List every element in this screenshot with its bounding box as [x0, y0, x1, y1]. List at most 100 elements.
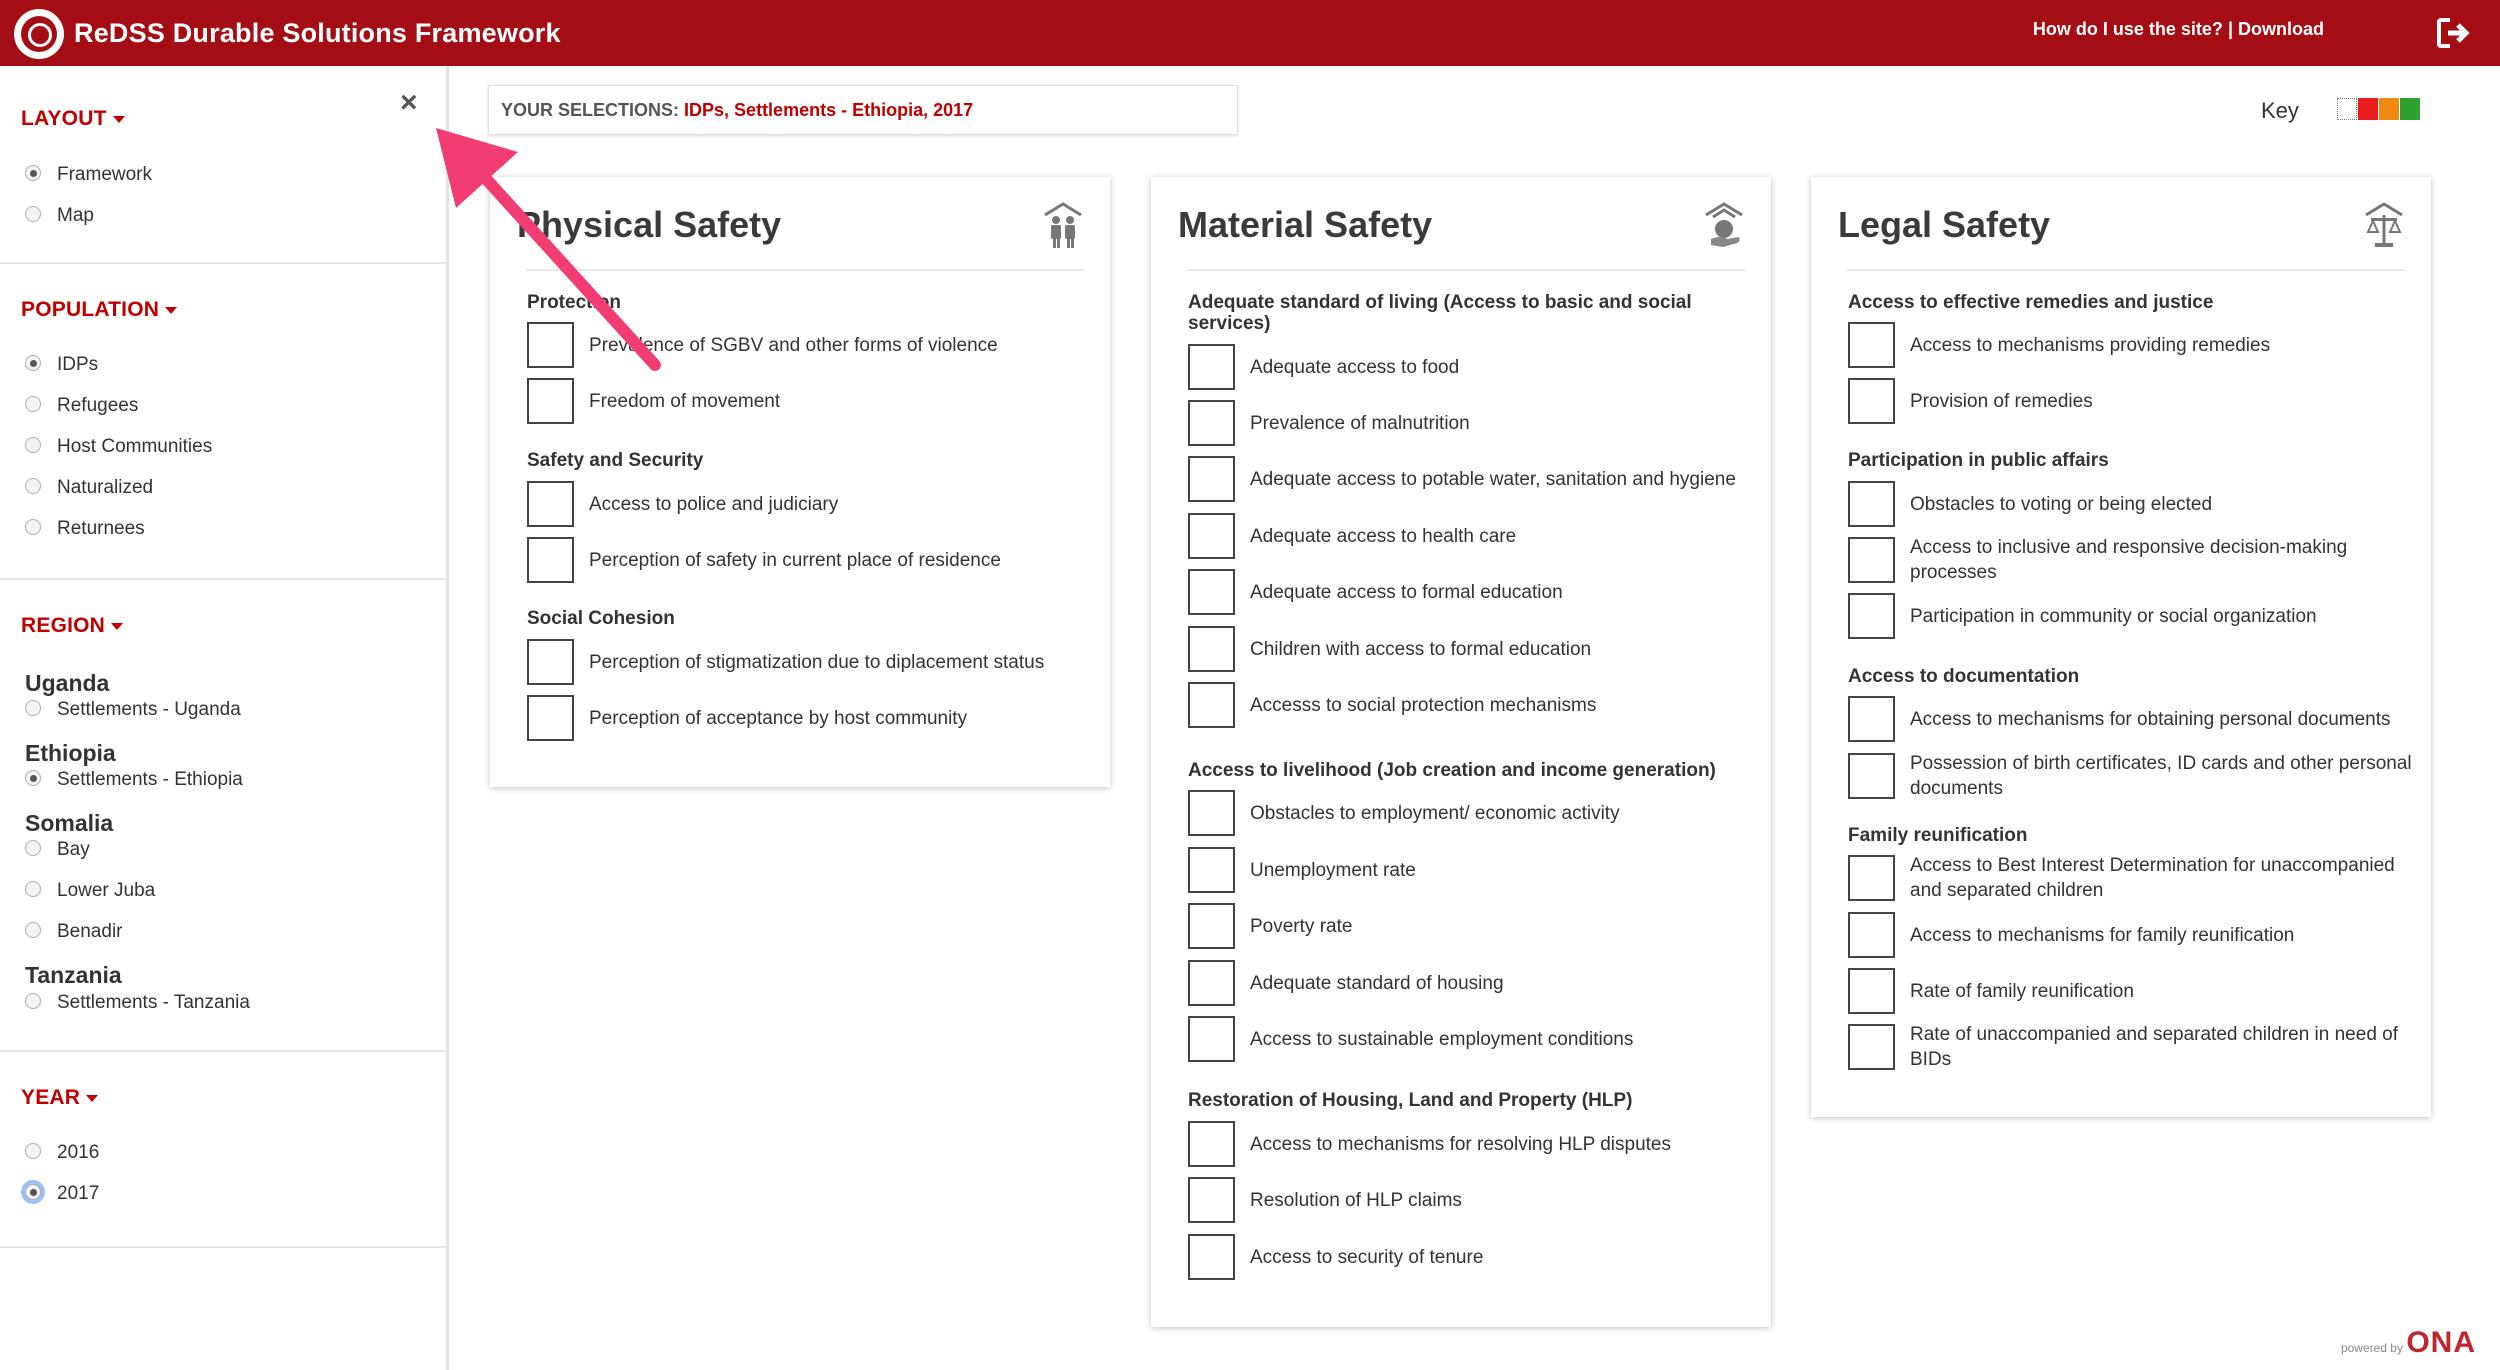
indicator-status-box[interactable]	[1188, 344, 1235, 390]
indicator-status-box[interactable]	[1848, 322, 1895, 368]
population-option-idps[interactable]: IDPs	[25, 353, 98, 377]
indicator-row[interactable]: Participation in community or social org…	[1848, 593, 2408, 641]
indicator-row[interactable]: Accesss to social protection mechanisms	[1188, 682, 1748, 730]
radio-icon[interactable]	[25, 205, 41, 222]
indicator-row[interactable]: Resolution of HLP claims	[1188, 1177, 1748, 1225]
app-title[interactable]: ReDSS Durable Solutions Framework	[74, 18, 561, 49]
indicator-row[interactable]: Prevalence of malnutrition	[1188, 400, 1748, 448]
help-link[interactable]: How do I use the site?	[2033, 19, 2223, 39]
indicator-status-box[interactable]	[1848, 855, 1895, 901]
indicator-row[interactable]: Children with access to formal education	[1188, 626, 1748, 674]
indicator-status-box[interactable]	[1848, 537, 1895, 583]
indicator-row[interactable]: Perception of safety in current place of…	[527, 537, 1087, 585]
indicator-row[interactable]: Access to police and judiciary	[527, 481, 1087, 529]
indicator-row[interactable]: Obstacles to voting or being elected	[1848, 481, 2408, 529]
region-option-settlements-tanzania[interactable]: Settlements - Tanzania	[25, 991, 250, 1015]
layout-option-framework[interactable]: Framework	[25, 163, 152, 187]
layout-title[interactable]: LAYOUT	[21, 107, 125, 131]
indicator-row[interactable]: Adequate access to formal education	[1188, 569, 1748, 617]
radio-icon[interactable]	[25, 992, 41, 1009]
indicator-row[interactable]: Access to mechanisms for family reunific…	[1848, 912, 2408, 960]
population-option-refugees[interactable]: Refugees	[25, 394, 138, 418]
indicator-row[interactable]: Rate of family reunification	[1848, 968, 2408, 1016]
indicator-status-box[interactable]	[527, 378, 574, 424]
indicator-status-box[interactable]	[1848, 968, 1895, 1014]
indicator-row[interactable]: Adequate standard of housing	[1188, 960, 1748, 1008]
radio-icon[interactable]	[25, 354, 41, 371]
indicator-status-box[interactable]	[527, 481, 574, 527]
indicator-row[interactable]: Perception of stigmatization due to dipl…	[527, 639, 1087, 687]
indicator-row[interactable]: Rate of unaccompanied and separated chil…	[1848, 1024, 2408, 1072]
indicator-status-box[interactable]	[1848, 696, 1895, 742]
indicator-row[interactable]: Poverty rate	[1188, 903, 1748, 951]
region-option-settlements-uganda[interactable]: Settlements - Uganda	[25, 698, 241, 722]
indicator-row[interactable]: Prevalence of SGBV and other forms of vi…	[527, 322, 1087, 370]
region-option-settlements-ethiopia[interactable]: Settlements - Ethiopia	[25, 768, 243, 792]
population-title[interactable]: POPULATION	[21, 298, 178, 322]
indicator-status-box[interactable]	[1848, 753, 1895, 799]
indicator-status-box[interactable]	[1848, 593, 1895, 639]
indicator-status-box[interactable]	[1188, 1016, 1235, 1062]
indicator-status-box[interactable]	[527, 639, 574, 685]
radio-icon[interactable]	[25, 1183, 41, 1200]
radio-icon[interactable]	[25, 395, 41, 412]
indicator-status-box[interactable]	[1188, 626, 1235, 672]
indicator-row[interactable]: Unemployment rate	[1188, 847, 1748, 895]
radio-icon[interactable]	[25, 839, 41, 856]
indicator-status-box[interactable]	[527, 695, 574, 741]
indicator-status-box[interactable]	[1188, 903, 1235, 949]
indicator-status-box[interactable]	[1848, 1024, 1895, 1070]
region-option-lower-juba[interactable]: Lower Juba	[25, 879, 155, 903]
indicator-status-box[interactable]	[1188, 456, 1235, 502]
region-option-bay[interactable]: Bay	[25, 838, 90, 862]
indicator-status-box[interactable]	[1188, 790, 1235, 836]
region-title[interactable]: REGION	[21, 614, 124, 638]
indicator-row[interactable]: Adequate access to health care	[1188, 513, 1748, 561]
indicator-row[interactable]: Access to inclusive and responsive decis…	[1848, 537, 2408, 585]
layout-option-map[interactable]: Map	[25, 204, 94, 228]
indicator-row[interactable]: Access to sustainable employment conditi…	[1188, 1016, 1748, 1064]
population-option-returnees[interactable]: Returnees	[25, 517, 145, 541]
indicator-row[interactable]: Perception of acceptance by host communi…	[527, 695, 1087, 743]
radio-icon[interactable]	[25, 769, 41, 786]
indicator-row[interactable]: Access to mechanisms for obtaining perso…	[1848, 696, 2408, 744]
population-option-naturalized[interactable]: Naturalized	[25, 476, 153, 500]
radio-icon[interactable]	[25, 699, 41, 716]
population-option-host-communities[interactable]: Host Communities	[25, 435, 212, 459]
radio-icon[interactable]	[25, 921, 41, 938]
indicator-status-box[interactable]	[1848, 481, 1895, 527]
radio-icon[interactable]	[25, 518, 41, 535]
indicator-row[interactable]: Access to mechanisms for resolving HLP d…	[1188, 1121, 1748, 1169]
radio-icon[interactable]	[25, 164, 41, 181]
indicator-row[interactable]: Obstacles to employment/ economic activi…	[1188, 790, 1748, 838]
redss-logo-icon[interactable]	[14, 9, 64, 59]
indicator-status-box[interactable]	[1848, 378, 1895, 424]
radio-icon[interactable]	[25, 1142, 41, 1159]
indicator-row[interactable]: Access to Best Interest Determination fo…	[1848, 855, 2408, 903]
indicator-status-box[interactable]	[1188, 400, 1235, 446]
indicator-row[interactable]: Access to security of tenure	[1188, 1234, 1748, 1282]
indicator-status-box[interactable]	[527, 537, 574, 583]
indicator-row[interactable]: Provision of remedies	[1848, 378, 2408, 426]
indicator-row[interactable]: Adequate access to food	[1188, 344, 1748, 392]
year-option-2017[interactable]: 2017	[25, 1182, 99, 1206]
indicator-status-box[interactable]	[1188, 847, 1235, 893]
indicator-status-box[interactable]	[1188, 1121, 1235, 1167]
radio-icon[interactable]	[25, 436, 41, 453]
indicator-status-box[interactable]	[1188, 513, 1235, 559]
radio-icon[interactable]	[25, 880, 41, 897]
radio-icon[interactable]	[25, 477, 41, 494]
region-option-benadir[interactable]: Benadir	[25, 920, 123, 944]
indicator-row[interactable]: Adequate access to potable water, sanita…	[1188, 456, 1748, 504]
powered-by-badge[interactable]: powered by ONA	[2341, 1326, 2476, 1360]
indicator-status-box[interactable]	[1188, 682, 1235, 728]
indicator-status-box[interactable]	[1188, 569, 1235, 615]
indicator-row[interactable]: Access to mechanisms providing remedies	[1848, 322, 2408, 370]
year-title[interactable]: YEAR	[21, 1086, 99, 1110]
year-option-2016[interactable]: 2016	[25, 1141, 99, 1165]
indicator-status-box[interactable]	[1848, 912, 1895, 958]
logout-icon[interactable]	[2436, 16, 2470, 50]
indicator-status-box[interactable]	[1188, 960, 1235, 1006]
download-link[interactable]: Download	[2238, 19, 2324, 39]
indicator-status-box[interactable]	[1188, 1177, 1235, 1223]
